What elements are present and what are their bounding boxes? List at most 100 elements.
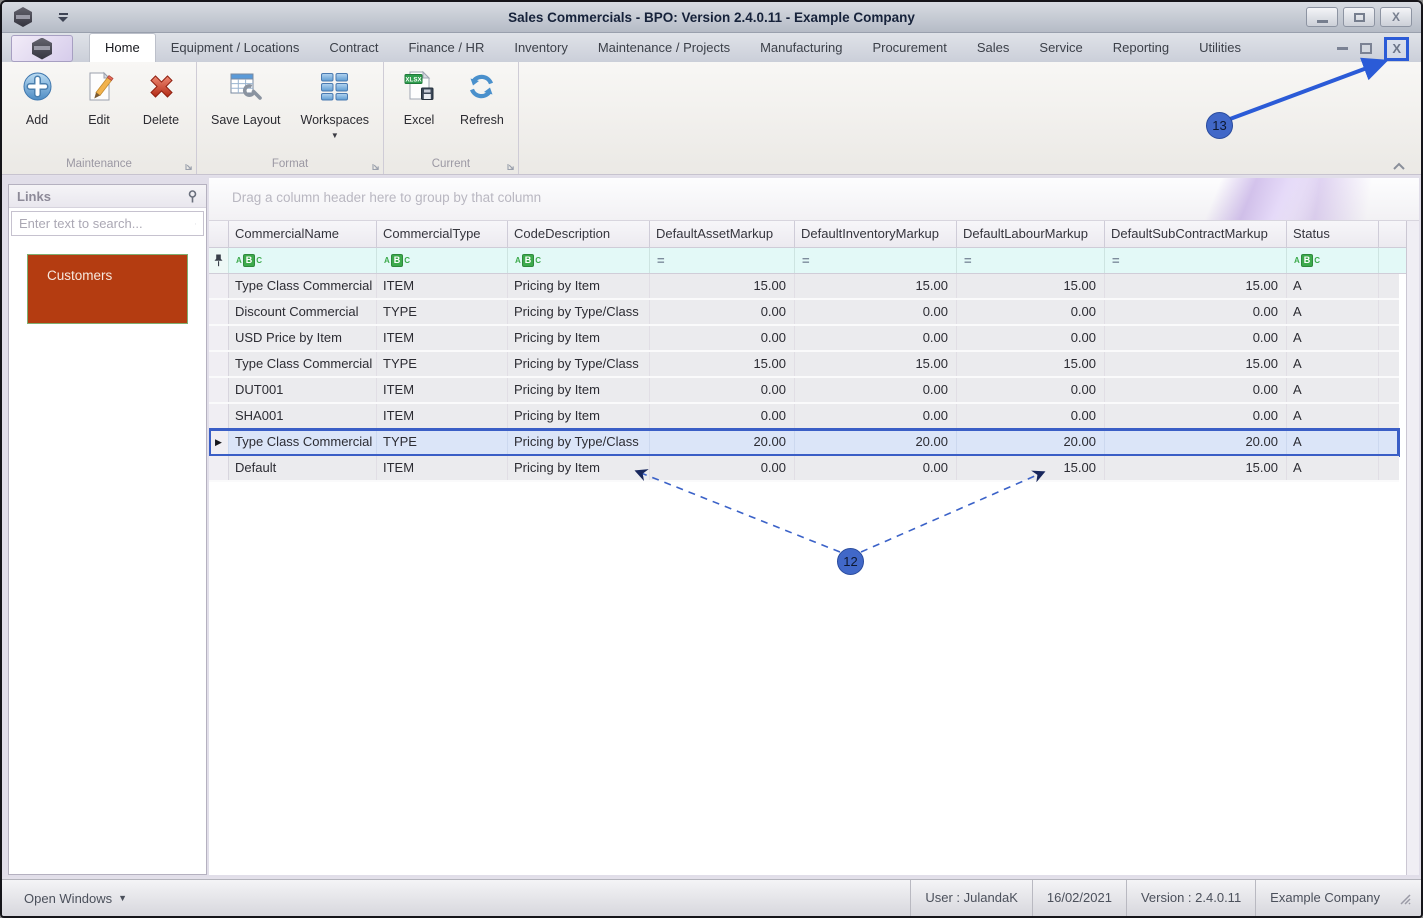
table-row[interactable]: Type Class CommercialITEMPricing by Item…: [209, 274, 1399, 300]
search-input[interactable]: [19, 216, 195, 231]
cell-commercialtype[interactable]: TYPE: [377, 300, 508, 324]
ribbon-minimize-icon[interactable]: [1337, 47, 1348, 50]
cell-defaultassetmarkup[interactable]: 0.00: [650, 404, 795, 428]
ribbon-tab-reporting[interactable]: Reporting: [1098, 34, 1184, 62]
cell-commercialtype[interactable]: ITEM: [377, 456, 508, 480]
cell-codedescription[interactable]: Pricing by Item: [508, 274, 650, 298]
save-layout-button[interactable]: Save Layout: [211, 70, 281, 127]
cell-commercialtype[interactable]: ITEM: [377, 378, 508, 402]
refresh-button[interactable]: Refresh: [460, 70, 504, 127]
cell-status[interactable]: A: [1287, 430, 1379, 454]
cell-defaultlabourmarkup[interactable]: 15.00: [957, 352, 1105, 376]
workspaces-button[interactable]: Workspaces▼: [301, 70, 370, 138]
close-button[interactable]: X: [1380, 7, 1412, 27]
cell-codedescription[interactable]: Pricing by Item: [508, 326, 650, 350]
cell-commercialname[interactable]: Type Class Commercial: [229, 274, 377, 298]
cell-commercialname[interactable]: Type Class Commercial: [229, 430, 377, 454]
filter-cell-defaultassetmarkup[interactable]: =: [650, 248, 795, 273]
cell-defaultlabourmarkup[interactable]: 0.00: [957, 404, 1105, 428]
cell-defaultinventorymarkup[interactable]: 0.00: [795, 300, 957, 324]
cell-defaultlabourmarkup[interactable]: 0.00: [957, 378, 1105, 402]
table-row[interactable]: Discount CommercialTYPEPricing by Type/C…: [209, 300, 1399, 326]
ribbon-tab-sales[interactable]: Sales: [962, 34, 1025, 62]
ribbon-tab-utilities[interactable]: Utilities: [1184, 34, 1256, 62]
cell-defaultsubcontractmarkup[interactable]: 0.00: [1105, 404, 1287, 428]
table-row[interactable]: Type Class CommercialTYPEPricing by Type…: [209, 352, 1399, 378]
cell-commercialtype[interactable]: ITEM: [377, 326, 508, 350]
cell-defaultassetmarkup[interactable]: 0.00: [650, 378, 795, 402]
table-row[interactable]: DefaultITEMPricing by Item0.000.0015.001…: [209, 456, 1399, 482]
cell-commercialtype[interactable]: ITEM: [377, 404, 508, 428]
ribbon-tab-finance-hr[interactable]: Finance / HR: [393, 34, 499, 62]
collapse-ribbon-icon[interactable]: [1391, 160, 1407, 171]
filter-cell-commercialtype[interactable]: ABC: [377, 248, 508, 273]
ribbon-tab-manufacturing[interactable]: Manufacturing: [745, 34, 857, 62]
column-header-codedescription[interactable]: CodeDescription: [508, 221, 650, 248]
cell-defaultinventorymarkup[interactable]: 15.00: [795, 274, 957, 298]
cell-status[interactable]: A: [1287, 274, 1379, 298]
dialog-launcher-icon[interactable]: [372, 163, 380, 171]
delete-button[interactable]: Delete: [140, 70, 182, 127]
filter-cell-codedescription[interactable]: ABC: [508, 248, 650, 273]
cell-defaultsubcontractmarkup[interactable]: 20.00: [1105, 430, 1287, 454]
column-header-defaultlabourmarkup[interactable]: DefaultLabourMarkup: [957, 221, 1105, 248]
filter-cell-defaultlabourmarkup[interactable]: =: [957, 248, 1105, 273]
cell-defaultlabourmarkup[interactable]: 15.00: [957, 456, 1105, 480]
cell-defaultassetmarkup[interactable]: 15.00: [650, 274, 795, 298]
dialog-launcher-icon[interactable]: [507, 163, 515, 171]
vertical-scrollbar[interactable]: [1406, 221, 1419, 875]
quick-access-dropdown-icon[interactable]: [58, 13, 68, 22]
excel-button[interactable]: XLSXExcel: [398, 70, 440, 127]
table-row[interactable]: USD Price by ItemITEMPricing by Item0.00…: [209, 326, 1399, 352]
cell-codedescription[interactable]: Pricing by Item: [508, 456, 650, 480]
cell-commercialname[interactable]: DUT001: [229, 378, 377, 402]
cell-defaultinventorymarkup[interactable]: 0.00: [795, 456, 957, 480]
resize-grip-icon[interactable]: [1398, 892, 1411, 905]
cell-codedescription[interactable]: Pricing by Type/Class: [508, 430, 650, 454]
ribbon-close-button[interactable]: X: [1384, 37, 1409, 61]
cell-commercialname[interactable]: SHA001: [229, 404, 377, 428]
maximize-button[interactable]: [1343, 7, 1375, 27]
column-header-defaultassetmarkup[interactable]: DefaultAssetMarkup: [650, 221, 795, 248]
table-row[interactable]: DUT001ITEMPricing by Item0.000.000.000.0…: [209, 378, 1399, 404]
ribbon-tab-equipment-locations[interactable]: Equipment / Locations: [156, 34, 315, 62]
column-header-commercialtype[interactable]: CommercialType: [377, 221, 508, 248]
cell-defaultassetmarkup[interactable]: 0.00: [650, 456, 795, 480]
column-header-status[interactable]: Status: [1287, 221, 1379, 248]
table-row[interactable]: ▶Type Class CommercialTYPEPricing by Typ…: [209, 430, 1399, 456]
cell-defaultsubcontractmarkup[interactable]: 15.00: [1105, 274, 1287, 298]
links-item-customers[interactable]: Customers: [27, 254, 188, 324]
cell-status[interactable]: A: [1287, 300, 1379, 324]
ribbon-tab-service[interactable]: Service: [1024, 34, 1097, 62]
cell-commercialtype[interactable]: TYPE: [377, 352, 508, 376]
cell-defaultlabourmarkup[interactable]: 20.00: [957, 430, 1105, 454]
cell-defaultlabourmarkup[interactable]: 0.00: [957, 326, 1105, 350]
open-windows-dropdown[interactable]: Open Windows ▼: [24, 891, 127, 906]
filter-cell-commercialname[interactable]: ABC: [229, 248, 377, 273]
cell-status[interactable]: A: [1287, 456, 1379, 480]
cell-defaultinventorymarkup[interactable]: 0.00: [795, 378, 957, 402]
cell-defaultsubcontractmarkup[interactable]: 15.00: [1105, 456, 1287, 480]
application-menu-button[interactable]: [11, 35, 73, 62]
minimize-button[interactable]: [1306, 7, 1338, 27]
filter-cell-defaultsubcontractmarkup[interactable]: =: [1105, 248, 1287, 273]
column-header-defaultinventorymarkup[interactable]: DefaultInventoryMarkup: [795, 221, 957, 248]
group-by-bar[interactable]: Drag a column header here to group by th…: [209, 178, 1419, 221]
filter-cell-status[interactable]: ABC: [1287, 248, 1379, 273]
filter-cell-defaultinventorymarkup[interactable]: =: [795, 248, 957, 273]
cell-defaultassetmarkup[interactable]: 20.00: [650, 430, 795, 454]
pin-icon[interactable]: [187, 190, 198, 203]
cell-defaultinventorymarkup[interactable]: 0.00: [795, 326, 957, 350]
cell-defaultsubcontractmarkup[interactable]: 0.00: [1105, 378, 1287, 402]
cell-commercialname[interactable]: Default: [229, 456, 377, 480]
cell-commercialtype[interactable]: TYPE: [377, 430, 508, 454]
cell-status[interactable]: A: [1287, 404, 1379, 428]
ribbon-tab-home[interactable]: Home: [89, 33, 156, 62]
ribbon-tab-inventory[interactable]: Inventory: [499, 34, 582, 62]
add-button[interactable]: Add: [16, 70, 58, 127]
cell-defaultassetmarkup[interactable]: 0.00: [650, 326, 795, 350]
table-row[interactable]: SHA001ITEMPricing by Item0.000.000.000.0…: [209, 404, 1399, 430]
edit-button[interactable]: Edit: [78, 70, 120, 127]
cell-status[interactable]: A: [1287, 326, 1379, 350]
cell-commercialname[interactable]: USD Price by Item: [229, 326, 377, 350]
